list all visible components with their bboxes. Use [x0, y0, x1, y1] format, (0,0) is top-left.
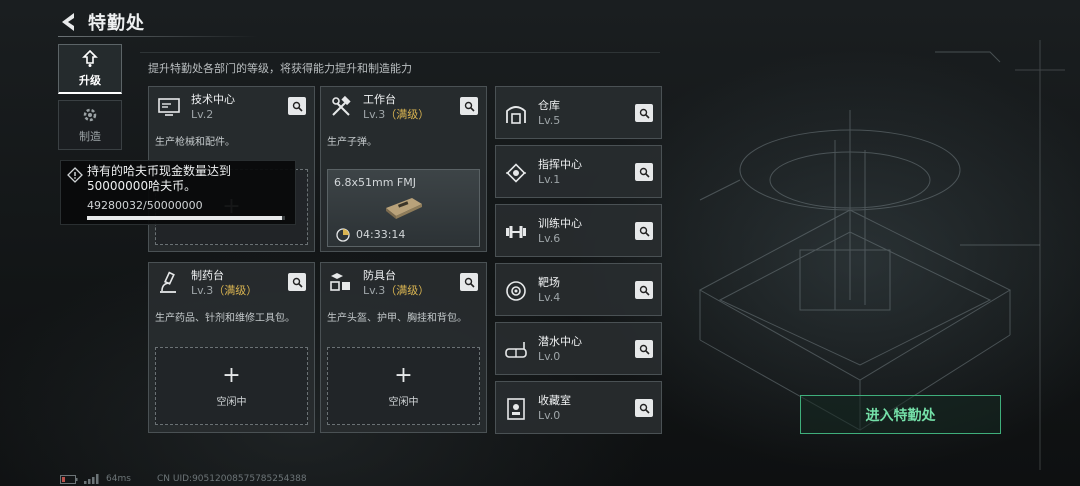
- room-diving-center[interactable]: 潜水中心 Lv.0: [495, 322, 662, 375]
- workshop-name: 制药台: [191, 268, 224, 282]
- plus-icon: +: [394, 362, 413, 388]
- workshop-level: Lv.2: [191, 107, 214, 121]
- room-level: Lv.5: [538, 114, 561, 127]
- microscope-icon: [160, 271, 176, 293]
- workshop-desc: 生产药品、针剂和维修工具包。: [155, 313, 295, 324]
- ammo-box-icon: [386, 198, 422, 219]
- ping-text: 64ms: [106, 474, 131, 484]
- tab-craft-label: 制造: [79, 130, 101, 143]
- workshop-level: Lv.3（满级）: [363, 283, 430, 297]
- tab-upgrade[interactable]: 升级: [58, 44, 122, 94]
- status-bar: 64ms: [60, 474, 131, 484]
- room-level: Lv.4: [538, 291, 561, 304]
- subtitle-divider: [140, 52, 660, 53]
- diving-mask-icon: [505, 341, 527, 358]
- signal-icon: [84, 474, 99, 484]
- gear-icon: [83, 108, 97, 122]
- search-icon[interactable]: [635, 163, 653, 181]
- room-level: Lv.0: [538, 350, 561, 363]
- room-command-center[interactable]: 指挥中心 Lv.1: [495, 145, 662, 198]
- page-title: 特勤处: [88, 13, 145, 34]
- slot-status: 空闲中: [216, 396, 247, 408]
- back-arrow-icon[interactable]: [58, 11, 80, 33]
- tools-icon: [332, 95, 351, 116]
- room-name: 训练中心: [538, 217, 582, 230]
- enter-button[interactable]: 进入特勤处: [800, 395, 1001, 434]
- workshop-name: 防具台: [363, 268, 396, 282]
- monitor-icon: [158, 98, 180, 116]
- info-diamond-icon: [67, 167, 83, 183]
- plus-icon: +: [222, 362, 241, 388]
- search-icon[interactable]: [460, 97, 478, 115]
- workshop-name: 工作台: [363, 92, 396, 106]
- workshop-name: 技术中心: [191, 92, 235, 106]
- room-shooting-range[interactable]: 靶场 Lv.4: [495, 263, 662, 316]
- room-name: 潜水中心: [538, 335, 582, 348]
- tooltip-text: 持有的哈夫币现金数量达到 50000000哈夫币。: [87, 164, 232, 193]
- chip-icon: [506, 162, 526, 183]
- tooltip-progress-fill: [87, 216, 283, 220]
- room-level: Lv.0: [538, 409, 561, 422]
- search-icon[interactable]: [288, 97, 306, 115]
- room-level: Lv.1: [538, 173, 561, 186]
- craft-slot-idle[interactable]: + 空闲中: [327, 347, 480, 425]
- workshop-card-armor[interactable]: 防具台 Lv.3（满级） 生产头盔、护甲、胸挂和背包。 + 空闲中: [320, 262, 487, 433]
- uid-text: CN UID:9051200857578525438​8: [157, 474, 307, 484]
- workshop-card-pharmacy[interactable]: 制药台 Lv.3（满级） 生产药品、针剂和维修工具包。 + 空闲中: [148, 262, 315, 433]
- search-icon[interactable]: [635, 399, 653, 417]
- upgrade-icon: [82, 49, 98, 67]
- tooltip-progress-text: 49280032/50000000: [87, 199, 203, 212]
- room-name: 靶场: [538, 276, 560, 289]
- search-icon[interactable]: [635, 281, 653, 299]
- slot-status: 空闲中: [388, 396, 419, 408]
- search-icon[interactable]: [288, 273, 306, 291]
- search-icon[interactable]: [635, 340, 653, 358]
- dumbbell-icon: [506, 225, 526, 238]
- cubes-icon: [330, 273, 350, 291]
- header-divider: [58, 36, 258, 37]
- header: 特勤处: [58, 8, 145, 36]
- room-training-center[interactable]: 训练中心 Lv.6: [495, 204, 662, 257]
- battery-icon: [60, 474, 78, 484]
- search-icon[interactable]: [460, 273, 478, 291]
- workshop-card-workbench[interactable]: 工作台 Lv.3（满级） 生产子弹。 6.8x51mm FMJ 04:33:14: [320, 86, 487, 252]
- workshop-desc: 生产头盔、护甲、胸挂和背包。: [327, 313, 467, 324]
- requirement-tooltip: 持有的哈夫币现金数量达到 50000000哈夫币。 49280032/50000…: [60, 160, 296, 225]
- crafting-item-name: 6.8x51mm FMJ: [334, 176, 416, 189]
- tab-craft[interactable]: 制造: [58, 100, 122, 150]
- room-name: 指挥中心: [538, 158, 582, 171]
- display-case-icon: [507, 397, 525, 420]
- search-icon[interactable]: [635, 222, 653, 240]
- room-name: 仓库: [538, 99, 560, 112]
- left-nav: 升级 制造: [58, 44, 122, 156]
- timer-icon: [336, 228, 350, 242]
- target-icon: [506, 280, 526, 301]
- tooltip-progress-bar: [87, 216, 285, 220]
- workshop-desc: 生产子弹。: [327, 137, 377, 148]
- crafting-slot[interactable]: 6.8x51mm FMJ 04:33:14: [327, 169, 480, 247]
- page-subtitle: 提升特勤处各部门的等级，将获得能力提升和制造能力: [148, 62, 412, 75]
- room-collection[interactable]: 收藏室 Lv.0: [495, 381, 662, 434]
- workshop-level: Lv.3（满级）: [191, 283, 258, 297]
- craft-slot-idle[interactable]: + 空闲中: [155, 347, 308, 425]
- workshop-desc: 生产枪械和配件。: [155, 137, 235, 148]
- crafting-timer: 04:33:14: [356, 228, 406, 241]
- room-level: Lv.6: [538, 232, 561, 245]
- search-icon[interactable]: [635, 104, 653, 122]
- room-warehouse[interactable]: 仓库 Lv.5: [495, 86, 662, 139]
- warehouse-icon: [506, 105, 526, 124]
- workshop-level: Lv.3（满级）: [363, 107, 430, 121]
- tab-upgrade-label: 升级: [79, 73, 101, 87]
- room-name: 收藏室: [538, 394, 571, 407]
